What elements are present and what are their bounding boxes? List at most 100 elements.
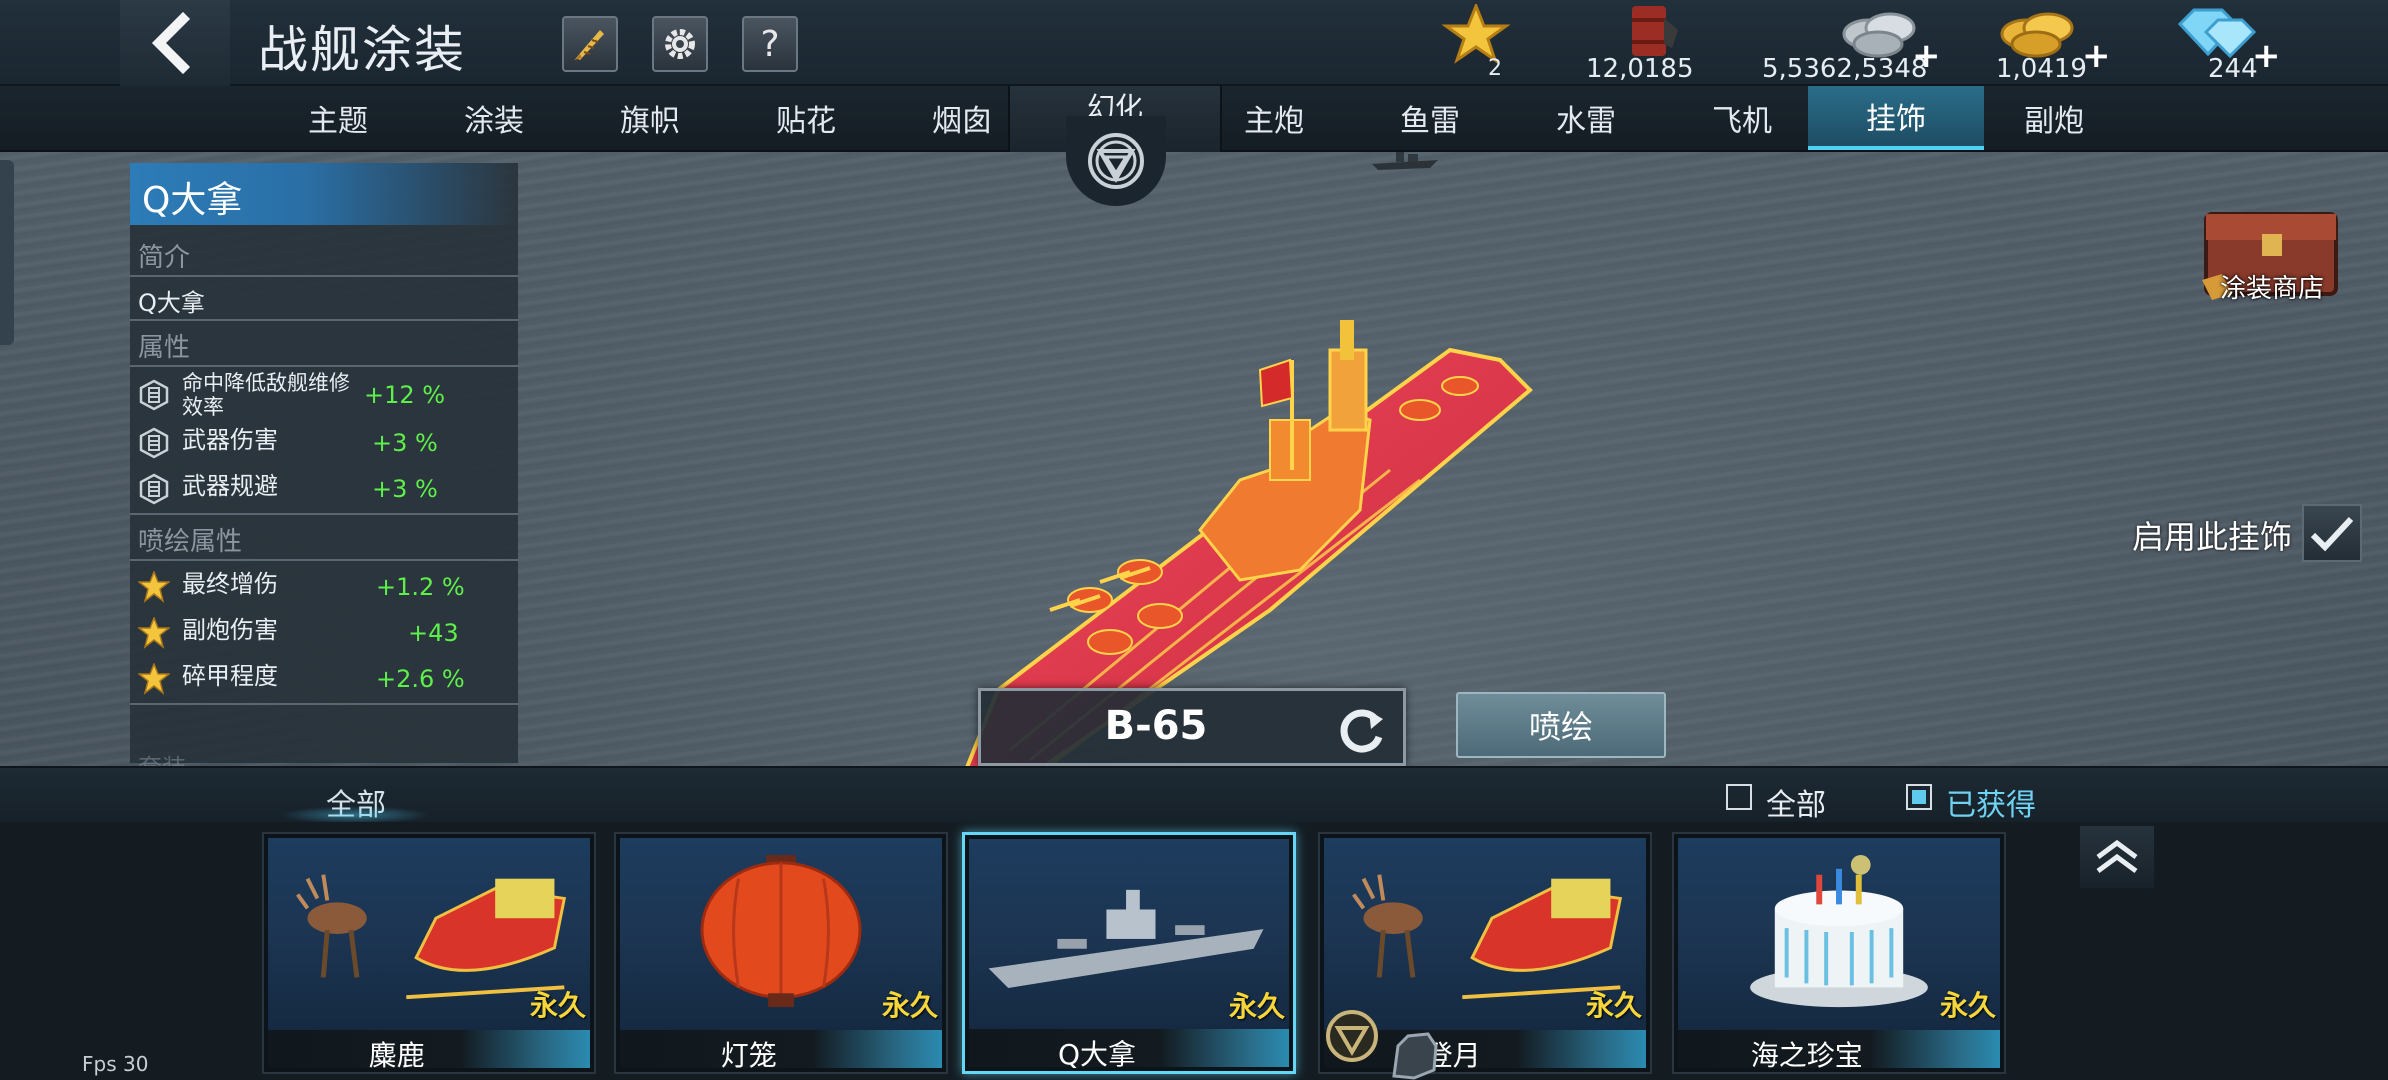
tab-paint[interactable]: 涂装: [416, 86, 572, 150]
star-icon: [138, 571, 170, 603]
diamond-count: 244: [2208, 54, 2258, 84]
divider: [130, 559, 518, 561]
gear-icon: [665, 29, 695, 59]
enable-ornament-checkbox[interactable]: [2302, 504, 2362, 562]
fuel-resource: 12,0185: [1580, 4, 1730, 84]
fist-icon: [1392, 1032, 1438, 1080]
permanent-tag: 永久: [1585, 989, 1642, 1022]
paint-shop-label[interactable]: 涂装商店: [2220, 268, 2324, 305]
checkbox-all[interactable]: [1726, 784, 1752, 810]
star-icon: [1441, 4, 1511, 64]
spray-attr-row: 碎甲程度 +2.6 %: [136, 657, 516, 701]
filter-check-all-label: 全部: [1766, 788, 1826, 823]
spray-attr-label: 最终增伤: [182, 570, 278, 598]
settings-button[interactable]: [652, 16, 708, 72]
card-name-bar: 麋鹿: [268, 1030, 590, 1072]
filter-check-owned[interactable]: 已获得: [1906, 780, 2066, 823]
ornament-card[interactable]: 永久 Q大拿: [962, 832, 1296, 1074]
spray-attr-row: 最终增伤 +1.2 %: [136, 565, 516, 609]
permanent-tag: 永久: [1228, 990, 1285, 1023]
spray-attr-label: 碎甲程度: [182, 662, 278, 690]
spray-attr-title: 喷绘属性: [138, 527, 243, 557]
tab-flag[interactable]: 旗帜: [572, 86, 728, 150]
ornament-card[interactable]: 永久 麋鹿: [262, 832, 596, 1074]
filter-bar: 全部 全部 已获得: [0, 766, 2388, 824]
gold-add-button[interactable]: +: [2082, 36, 2111, 76]
card-name-bar: 海之珍宝: [1678, 1030, 2000, 1072]
tab-torpedo[interactable]: 鱼雷: [1352, 86, 1508, 150]
intro-text: Q大拿: [138, 289, 205, 317]
permanent-tag: 永久: [529, 989, 586, 1022]
intro-title: 简介: [138, 243, 191, 273]
diamond-add-button[interactable]: +: [2252, 36, 2281, 76]
permanent-tag: 永久: [881, 989, 938, 1022]
attr-value: +3 %: [372, 475, 438, 503]
brush-icon: [574, 30, 604, 60]
star-resource: 2: [1438, 4, 1518, 84]
attr-row: 武器规避 +3 %: [136, 467, 516, 511]
card-name-bar: 灯笼: [620, 1030, 942, 1072]
filter-check-all[interactable]: 全部: [1726, 780, 1846, 823]
divider: [130, 513, 518, 515]
spray-button[interactable]: 喷绘: [1456, 692, 1666, 758]
help-button[interactable]: ?: [742, 16, 798, 72]
back-button[interactable]: [120, 0, 230, 86]
permanent-tag: 永久: [1939, 989, 1996, 1022]
star-count: 2: [1488, 56, 1502, 81]
divider: [130, 365, 518, 367]
collapse-up-button[interactable]: [2080, 826, 2154, 888]
gold-count: 1,0419: [1996, 54, 2087, 84]
tab-theme[interactable]: 主题: [260, 86, 416, 150]
ornament-card[interactable]: 永久 灯笼: [614, 832, 948, 1074]
attr-row: 命中降低敌舰维修效率 +12 %: [136, 371, 516, 419]
ornament-name: Q大拿: [142, 180, 243, 221]
back-arrow-icon: [151, 11, 191, 75]
page-title: 战舰涂装: [258, 21, 466, 79]
attr-row: 武器伤害 +3 %: [136, 421, 516, 465]
silver-count: 5,5362,5348: [1762, 54, 1928, 84]
tab-aircraft[interactable]: 飞机: [1664, 86, 1820, 150]
diamond-resource: 244 +: [2160, 4, 2281, 84]
tab-secondary-gun[interactable]: 副炮: [1976, 86, 2132, 150]
ship-attr-icon: [139, 473, 169, 505]
silver-add-button[interactable]: +: [1912, 36, 1941, 76]
filter-tab-all[interactable]: 全部: [280, 768, 440, 824]
fuel-count: 12,0185: [1586, 54, 1694, 84]
decal-brush-button[interactable]: [562, 16, 618, 72]
ornament-name-bar: Q大拿: [130, 163, 518, 225]
triangle-emblem-icon: [1088, 133, 1144, 189]
attr-title: 属性: [138, 333, 191, 363]
spray-attr-value: +43: [408, 619, 459, 647]
card-name: 麋鹿: [368, 1039, 425, 1072]
card-name: Q大拿: [1057, 1038, 1137, 1071]
checkbox-owned[interactable]: [1906, 784, 1932, 810]
attr-value: +3 %: [372, 429, 438, 457]
divider: [130, 275, 518, 277]
paint-code-box: B-65: [978, 688, 1406, 766]
attr-label: 武器伤害: [182, 426, 278, 454]
emblem-badge-icon: [1326, 1010, 1378, 1062]
spray-attr-value: +2.6 %: [376, 665, 465, 693]
attr-label: 命中降低敌舰维修效率: [182, 371, 350, 419]
spray-attr-label: 副炮伤害: [182, 616, 278, 644]
checkmark-icon: [2310, 516, 2354, 552]
attr-label: 武器规避: [182, 472, 278, 500]
tab-ornament[interactable]: 挂饰: [1808, 86, 1984, 150]
ship-attr-icon: [139, 427, 169, 459]
side-drawer-handle[interactable]: [0, 160, 14, 345]
refresh-icon[interactable]: [1333, 701, 1389, 757]
fps-counter: Fps 30: [82, 1052, 149, 1076]
enable-ornament-label: 启用此挂饰: [2132, 518, 2293, 556]
tab-mine[interactable]: 水雷: [1508, 86, 1664, 150]
ornament-info-panel: Q大拿 简介 Q大拿 属性 命中降低敌舰维修效率 +12 % 武器伤害 +3 %…: [130, 163, 518, 782]
tab-decal[interactable]: 贴花: [728, 86, 884, 150]
star-icon: [138, 663, 170, 695]
attr-value: +12 %: [364, 381, 446, 409]
card-name: 海之珍宝: [1750, 1039, 1863, 1072]
card-name: 灯笼: [720, 1039, 777, 1072]
divider: [130, 319, 518, 321]
ship-attr-icon: [139, 379, 169, 411]
ornament-card[interactable]: 永久 海之珍宝: [1672, 832, 2006, 1074]
spray-attr-value: +1.2 %: [376, 573, 465, 601]
filter-check-owned-label: 已获得: [1946, 788, 2036, 823]
